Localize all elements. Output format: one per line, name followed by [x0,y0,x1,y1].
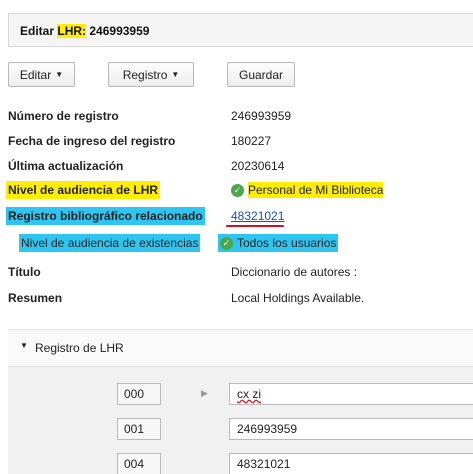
field-summary: Resumen Local Holdings Available. [0,289,473,307]
field-value: 20230614 [231,159,285,173]
tag-field[interactable]: 000 [117,383,161,405]
audience-value-text: Personal de Mi Biblioteca [248,182,384,198]
field-label: Fecha de ingreso del registro [8,134,176,148]
tag-field[interactable]: 001 [117,418,161,440]
record-menu-button[interactable]: Registro ▼ [108,62,194,87]
section-title: Registro de LHR [35,341,124,355]
save-button[interactable]: Guardar [227,62,295,87]
field-label: Última actualización [8,159,124,173]
tag-field[interactable]: 004 [117,453,161,474]
biblio-record-link[interactable]: 48321021 [231,208,284,224]
field-label: Título [8,265,41,279]
field-value: 246993959 [231,109,292,123]
field-value: ✓ Todos los usuarios [218,234,339,252]
field-label: Nivel de audiencia de LHR [6,181,161,199]
caret-down-icon: ▼ [55,69,64,79]
field-value: 180227 [231,134,272,148]
page-title: Editar LHR: 246993959 [20,24,149,38]
marc-record-editor: 000 ▶ cx zi 001 246993959 004 48321021 [8,367,473,474]
field-label: Número de registro [8,109,119,123]
caret-down-icon: ▼ [171,69,180,79]
leader-value-text: cx zi [237,387,261,401]
red-underline-mark [226,225,284,227]
field-value: Diccionario de autores : [231,265,358,279]
check-circle-icon: ✓ [220,236,233,250]
field-entry-date: Fecha de ingreso del registro 180227 [0,132,473,150]
field-last-update: Última actualización 20230614 [0,157,473,175]
title-prefix: Editar [20,24,55,38]
expand-triangle-icon[interactable]: ▶ [201,388,208,399]
field-value: Local Holdings Available. [231,291,365,305]
field-value: 48321021 [229,207,286,225]
title-highlight: LHR: [57,24,87,38]
holdings-audience-value-text: Todos los usuarios [237,236,337,250]
field-title: Título Diccionario de autores : [0,263,473,281]
value-field[interactable]: 246993959 [229,418,473,440]
field-holdings-audience: Nivel de audiencia de existencias ✓ Todo… [0,234,473,252]
value-field[interactable]: cx zi [229,383,473,405]
edit-menu-label: Editar [19,67,52,82]
record-menu-label: Registro [122,67,168,82]
field-lhr-audience: Nivel de audiencia de LHR ✓ Personal de … [0,181,473,199]
check-circle-icon: ✓ [231,183,244,197]
field-label: Nivel de audiencia de existencias [19,234,201,252]
save-label: Guardar [238,67,284,82]
field-label: Resumen [8,291,63,305]
lhr-record-section-toggle[interactable]: ▼ Registro de LHR [8,329,473,367]
field-record-number: Número de registro 246993959 [0,107,473,125]
field-label: Registro bibliográfico relacionado [6,207,205,225]
title-record-number: 246993959 [89,24,150,38]
collapse-triangle-icon: ▼ [20,341,28,350]
value-field[interactable]: 48321021 [229,453,473,474]
editor-header: Editar LHR: 246993959 [8,13,473,47]
lhr-editor: Editar LHR: 246993959 Editar ▼ Registro … [0,0,473,474]
field-related-biblio: Registro bibliográfico relacionado 48321… [0,207,473,225]
edit-menu-button[interactable]: Editar ▼ [8,62,75,87]
field-value: ✓ Personal de Mi Biblioteca [229,181,385,199]
